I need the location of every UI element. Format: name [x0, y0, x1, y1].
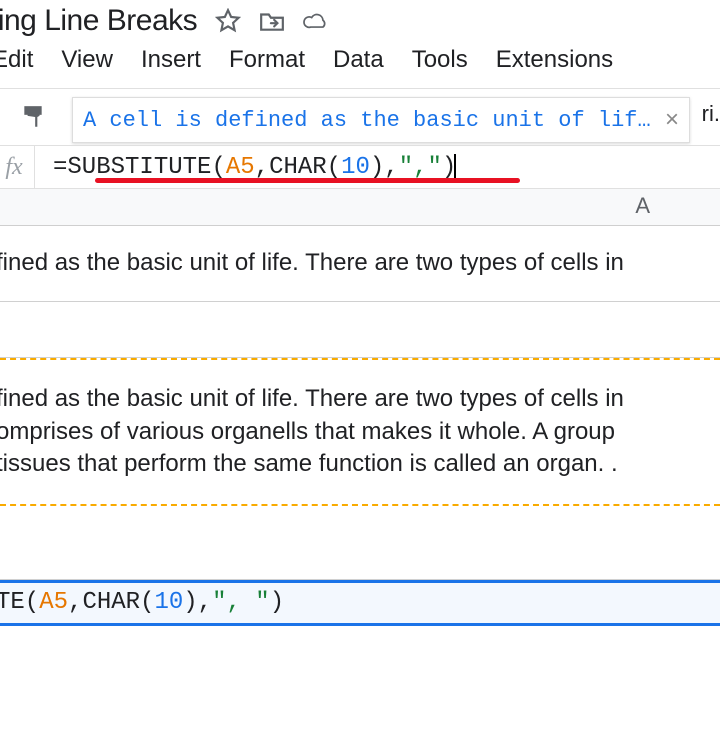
r5-close: )	[183, 589, 197, 616]
cell-row-4[interactable]	[0, 506, 720, 580]
fx-label: fx	[0, 146, 35, 188]
tok-eq: =	[53, 154, 67, 181]
formula-result-preview: A cell is defined as the basic unit of l…	[72, 97, 690, 143]
cell-text: fined as the basic unit of life. There a…	[0, 380, 626, 483]
menu-insert[interactable]: Insert	[141, 46, 201, 74]
cloud-status-icon[interactable]	[303, 8, 329, 34]
preview-text: A cell is defined as the basic unit of l…	[83, 108, 651, 133]
r5-arg: 10	[154, 589, 183, 616]
tok-fn: SUBSTITUTE	[67, 154, 211, 181]
tok-open: (	[211, 154, 225, 181]
r5-c1: ,	[68, 589, 82, 616]
text-cursor	[454, 154, 456, 180]
tok-char-open: (	[327, 154, 341, 181]
red-underline-annotation	[95, 178, 520, 183]
tok-str-body: ,	[413, 154, 427, 181]
column-header-A[interactable]: A	[635, 193, 650, 219]
tok-char-arg: 10	[341, 154, 370, 181]
r5-body: ,	[226, 589, 255, 616]
cell-row-2[interactable]	[0, 302, 720, 358]
r5-c2: ,	[198, 589, 212, 616]
close-icon[interactable]: ×	[655, 106, 679, 134]
tok-ref: A5	[226, 154, 255, 181]
formula-bar: fx =SUBSTITUTE(A5,CHAR(10),", ")	[0, 145, 720, 188]
column-header-row: A	[0, 188, 720, 226]
r5-open: (	[140, 589, 154, 616]
cell-text: fined as the basic unit of life. There a…	[0, 244, 626, 282]
menu-extensions[interactable]: Extensions	[496, 46, 613, 74]
move-folder-icon[interactable]	[259, 8, 285, 34]
cell-row-5-active[interactable]: TE(A5,CHAR(10),", ")	[0, 580, 720, 626]
r5-prefix: TE(	[0, 589, 39, 616]
tok-comma1: ,	[255, 154, 269, 181]
spreadsheet-grid: fined as the basic unit of life. There a…	[0, 226, 720, 626]
r5-char: CHAR	[82, 589, 140, 616]
menu-bar: Edit View Insert Format Data Tools Exten…	[0, 46, 720, 88]
paint-format-icon[interactable]	[18, 102, 48, 132]
tok-str-close: "	[428, 154, 442, 181]
toolbar-fragment-text: ri.	[702, 101, 720, 127]
doc-title-row: ting Line Breaks	[0, 0, 720, 46]
menu-tools[interactable]: Tools	[412, 46, 468, 74]
menu-edit[interactable]: Edit	[0, 46, 33, 74]
tok-comma2: ,	[384, 154, 398, 181]
r5-ref: A5	[39, 589, 68, 616]
cell-row-1[interactable]: fined as the basic unit of life. There a…	[0, 226, 720, 302]
doc-title[interactable]: ting Line Breaks	[0, 4, 197, 38]
menu-data[interactable]: Data	[333, 46, 384, 74]
r5-end: )	[270, 589, 284, 616]
tok-char: CHAR	[269, 154, 327, 181]
star-icon[interactable]	[215, 8, 241, 34]
r5-q2: "	[255, 589, 269, 616]
toolbar: ri. A cell is defined as the basic unit …	[0, 88, 720, 145]
tok-char-close: )	[370, 154, 384, 181]
tok-str-open: "	[399, 154, 413, 181]
cell-row-3[interactable]: fined as the basic unit of life. There a…	[0, 358, 720, 506]
menu-format[interactable]: Format	[229, 46, 305, 74]
formula-input[interactable]: =SUBSTITUTE(A5,CHAR(10),", ")	[35, 154, 720, 181]
r5-q1: "	[212, 589, 226, 616]
menu-view[interactable]: View	[61, 46, 113, 74]
